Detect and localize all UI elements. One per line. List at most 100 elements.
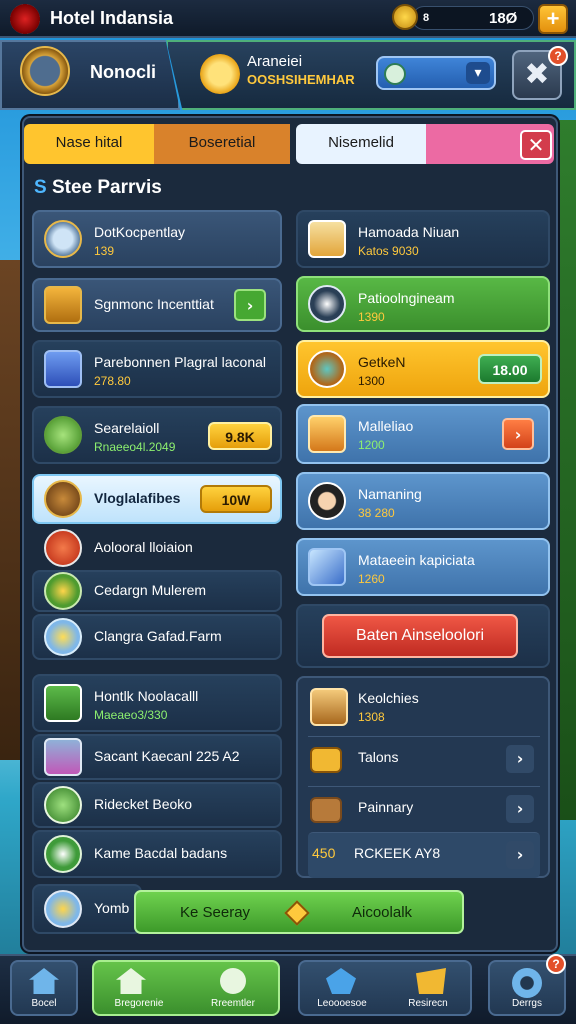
item-value: Rnaeeo4l.2049 xyxy=(94,440,176,454)
list-item[interactable]: Hontlk Noolacalll Maeaeo3/330 xyxy=(32,674,282,732)
tab-close-button[interactable]: ✕ xyxy=(520,130,552,160)
chest-icon xyxy=(310,796,342,823)
section-title: S Stee Parrvis xyxy=(34,177,162,199)
item-name: Hamoada Niuan xyxy=(358,224,460,240)
price-button[interactable]: 9.8K xyxy=(208,422,272,450)
nav-label: Derrgs xyxy=(511,998,542,1009)
list-item[interactable]: Hamoada Niuan Katos 9030 xyxy=(296,210,550,268)
compass-icon xyxy=(44,480,82,518)
list-item[interactable]: Namaning 38 280 xyxy=(296,472,550,530)
list-item[interactable]: DotKocpentlay 139 xyxy=(32,210,282,268)
list-item[interactable]: Ridecket Beoko xyxy=(32,782,282,828)
tab-nase-hital[interactable]: Nase hital xyxy=(24,124,154,164)
refresh-icon xyxy=(220,968,246,994)
event-dropdown[interactable]: ▾ xyxy=(376,56,496,90)
currency-prefix: 8 xyxy=(423,12,430,24)
hotel-logo-icon xyxy=(10,4,40,34)
item-name: Kame Bacdal badans xyxy=(94,845,228,861)
event-title: Araneiei xyxy=(247,53,303,70)
leaf-icon xyxy=(44,786,82,824)
chevron-right-icon[interactable]: › xyxy=(506,745,534,773)
tab-boseretial[interactable]: Boseretial xyxy=(154,124,290,164)
item-value: 1260 xyxy=(358,572,385,586)
confirm-right-label: Aicoolalk xyxy=(352,904,413,921)
item-name: Hontlk Noolacalll xyxy=(94,688,199,704)
flame-icon xyxy=(44,529,82,567)
nav-home[interactable]: Bocel xyxy=(10,960,78,1016)
currency-display: 8 18Ø xyxy=(412,6,534,30)
add-currency-button[interactable]: + xyxy=(538,4,568,34)
nav-build[interactable]: Bregorenie Rreemtler xyxy=(92,960,280,1016)
item-name: Searelaioll xyxy=(94,420,160,436)
shield-icon xyxy=(44,618,82,656)
player-medal-icon xyxy=(20,46,70,96)
list-item[interactable]: Parebonnen Plagral laconal 278.80 xyxy=(32,340,282,398)
list-item[interactable]: Aolooral lloiaion xyxy=(32,528,282,568)
list-item[interactable]: Keolchies 1308 xyxy=(308,684,540,730)
list-item[interactable]: Talons › xyxy=(308,736,540,782)
list-item[interactable]: Sacant Kaecanl 225 A2 xyxy=(32,734,282,780)
item-value: 1300 xyxy=(358,374,385,388)
chevron-right-icon[interactable]: › xyxy=(506,795,534,823)
list-item[interactable]: Malleliao 1200 › xyxy=(296,404,550,464)
price-button[interactable]: 18.00 xyxy=(478,354,542,384)
crate-icon xyxy=(310,688,348,726)
chevron-right-icon[interactable]: › xyxy=(506,841,534,869)
item-name: Cedargn Mulerem xyxy=(94,582,207,598)
list-item[interactable]: Kame Bacdal badans xyxy=(32,830,282,878)
list-item[interactable]: Searelaioll Rnaeeo4l.2049 9.8K xyxy=(32,406,282,464)
sun-icon xyxy=(200,54,240,94)
list-item-selected[interactable]: Vloglalafibes 10W xyxy=(32,474,282,524)
diamond-icon xyxy=(284,900,310,926)
list-item[interactable]: Yomb xyxy=(32,884,142,934)
avatar-icon xyxy=(44,684,82,722)
item-value: Maeaeo3/330 xyxy=(94,708,168,722)
nav-shop[interactable]: Leoooesoe Resirecn xyxy=(298,960,472,1016)
top-bar: Hotel Indansia 8 18Ø + xyxy=(0,0,576,38)
clock-icon xyxy=(308,285,346,323)
item-name: Sgnmonc Incenttiat xyxy=(94,296,214,312)
list-item[interactable]: Mataeein kapiciata 1260 xyxy=(296,538,550,596)
chest-icon xyxy=(44,286,82,324)
item-name: Namaning xyxy=(358,486,422,502)
shield-icon xyxy=(384,63,406,85)
confirm-bar-button[interactable]: Ke Seeray Aicoolalk xyxy=(134,890,464,934)
price-button[interactable]: 10W xyxy=(200,485,272,513)
item-name: Aolooral lloiaion xyxy=(94,539,193,555)
item-name: GetkeN xyxy=(358,354,406,370)
shield-icon xyxy=(44,890,82,928)
event-subtitle: OOSHSIHEMHAR xyxy=(247,72,355,87)
item-name: DotKocpentlay xyxy=(94,224,186,240)
item-name: RCKEEK AY8 xyxy=(354,845,441,861)
list-item[interactable]: Painnary › xyxy=(308,786,540,832)
list-item[interactable]: Cedargn Mulerem xyxy=(32,570,282,612)
item-name: Clangra Gafad.Farm xyxy=(94,628,222,644)
nav-label: Leoooesoe xyxy=(317,998,367,1009)
item-value: Katos 9030 xyxy=(358,244,419,258)
ticket-icon xyxy=(310,746,342,773)
gem-box-icon xyxy=(44,350,82,388)
list-item[interactable]: Patioolngineam 1390 xyxy=(296,276,550,332)
inventory-list: Keolchies 1308 Talons › Painnary › 450 R… xyxy=(296,676,550,878)
tools-icon xyxy=(44,738,82,776)
list-item-featured[interactable]: GetkeN 1300 18.00 xyxy=(296,340,550,398)
item-name: Talons xyxy=(358,749,399,765)
item-name: Keolchies xyxy=(358,690,419,706)
list-item[interactable]: Sgnmonc Incenttiat › xyxy=(32,278,282,332)
settings-badge: ? xyxy=(546,954,566,974)
chevron-right-icon[interactable]: › xyxy=(234,289,266,321)
leaf-icon xyxy=(44,572,82,610)
badge-icon xyxy=(44,220,82,258)
tab-nisemelid[interactable]: Nisemelid xyxy=(296,124,426,164)
currency-value: 18Ø xyxy=(489,10,518,27)
coin-icon xyxy=(392,4,418,30)
item-name: Yomb xyxy=(94,900,130,916)
item-name: Parebonnen Plagral laconal xyxy=(94,354,267,370)
list-item[interactable]: 450 RCKEEK AY8 › xyxy=(308,832,540,878)
list-item[interactable]: Clangra Gafad.Farm xyxy=(32,614,282,660)
item-name: Ridecket Beoko xyxy=(94,796,193,812)
item-value: 1390 xyxy=(358,310,385,324)
primary-action-button[interactable]: Baten Ainseloolori xyxy=(322,614,518,658)
chevron-down-icon: ▾ xyxy=(466,62,490,84)
chevron-right-icon[interactable]: › xyxy=(502,418,534,450)
